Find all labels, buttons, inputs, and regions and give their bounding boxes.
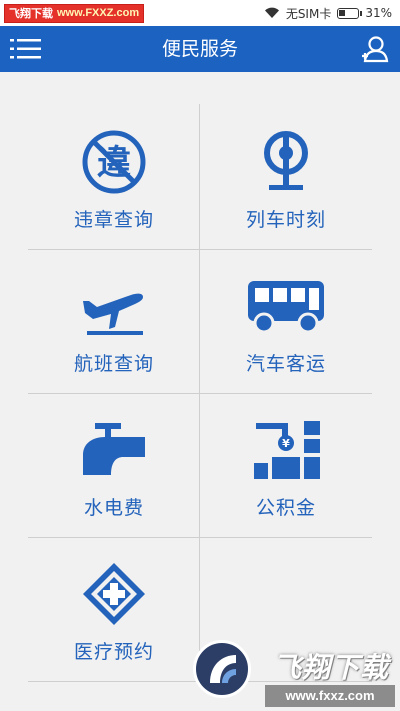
- watermark-badge-label: 飞翔下载: [9, 7, 53, 20]
- app-bar: 便民服务: [0, 26, 400, 72]
- service-label: 列车时刻: [245, 209, 326, 231]
- svg-text:¥: ¥: [282, 437, 290, 450]
- service-housing-fund[interactable]: ¥ 公积金: [200, 393, 372, 537]
- service-label: 违章查询: [73, 209, 154, 231]
- service-violation-query[interactable]: 違 违章查询: [28, 105, 200, 249]
- medical-icon: [83, 563, 145, 625]
- fund-icon: ¥: [254, 421, 320, 479]
- faucet-icon: [83, 423, 145, 475]
- watermark-badge: 飞翔下载 www.FXXZ.com: [4, 4, 145, 23]
- watermark-emblem-icon: [193, 640, 251, 698]
- status-indicators: 无SIM卡 31%: [264, 4, 392, 22]
- watermark-logo: 飞翔下载 www.fxxz.com: [193, 640, 400, 711]
- watermark-name: 飞翔下载: [273, 651, 390, 684]
- user-icon[interactable]: [360, 34, 390, 64]
- train-icon: [264, 131, 308, 190]
- service-medical-appointment[interactable]: 医疗预约: [28, 537, 200, 681]
- service-utility-bills[interactable]: 水电费: [28, 393, 200, 537]
- service-label: 公积金: [255, 497, 316, 519]
- wifi-icon: [264, 7, 279, 19]
- violation-icon: 違: [82, 130, 146, 194]
- battery-text: 31%: [365, 6, 392, 20]
- service-train-schedule[interactable]: 列车时刻: [200, 105, 372, 249]
- service-label: 医疗预约: [73, 641, 154, 663]
- carrier-text: 无SIM卡: [285, 6, 332, 21]
- airplane-icon: [83, 293, 143, 335]
- service-label: 水电费: [83, 497, 144, 519]
- service-flight-query[interactable]: 航班查询: [28, 249, 200, 393]
- watermark-badge-url: www.FXXZ.com: [57, 7, 140, 19]
- status-bar: 飞翔下载 www.FXXZ.com 无SIM卡 31%: [0, 0, 400, 26]
- service-bus-transport[interactable]: 汽车客运: [200, 249, 372, 393]
- bus-icon: [248, 281, 324, 334]
- battery-icon: [337, 7, 363, 19]
- service-grid: 違 违章查询 列车时刻 航班查询: [0, 72, 400, 711]
- service-label: 汽车客运: [245, 353, 326, 375]
- watermark-url: www.fxxz.com: [265, 685, 395, 707]
- page-title: 便民服务: [161, 38, 238, 60]
- service-label: 航班查询: [73, 353, 154, 375]
